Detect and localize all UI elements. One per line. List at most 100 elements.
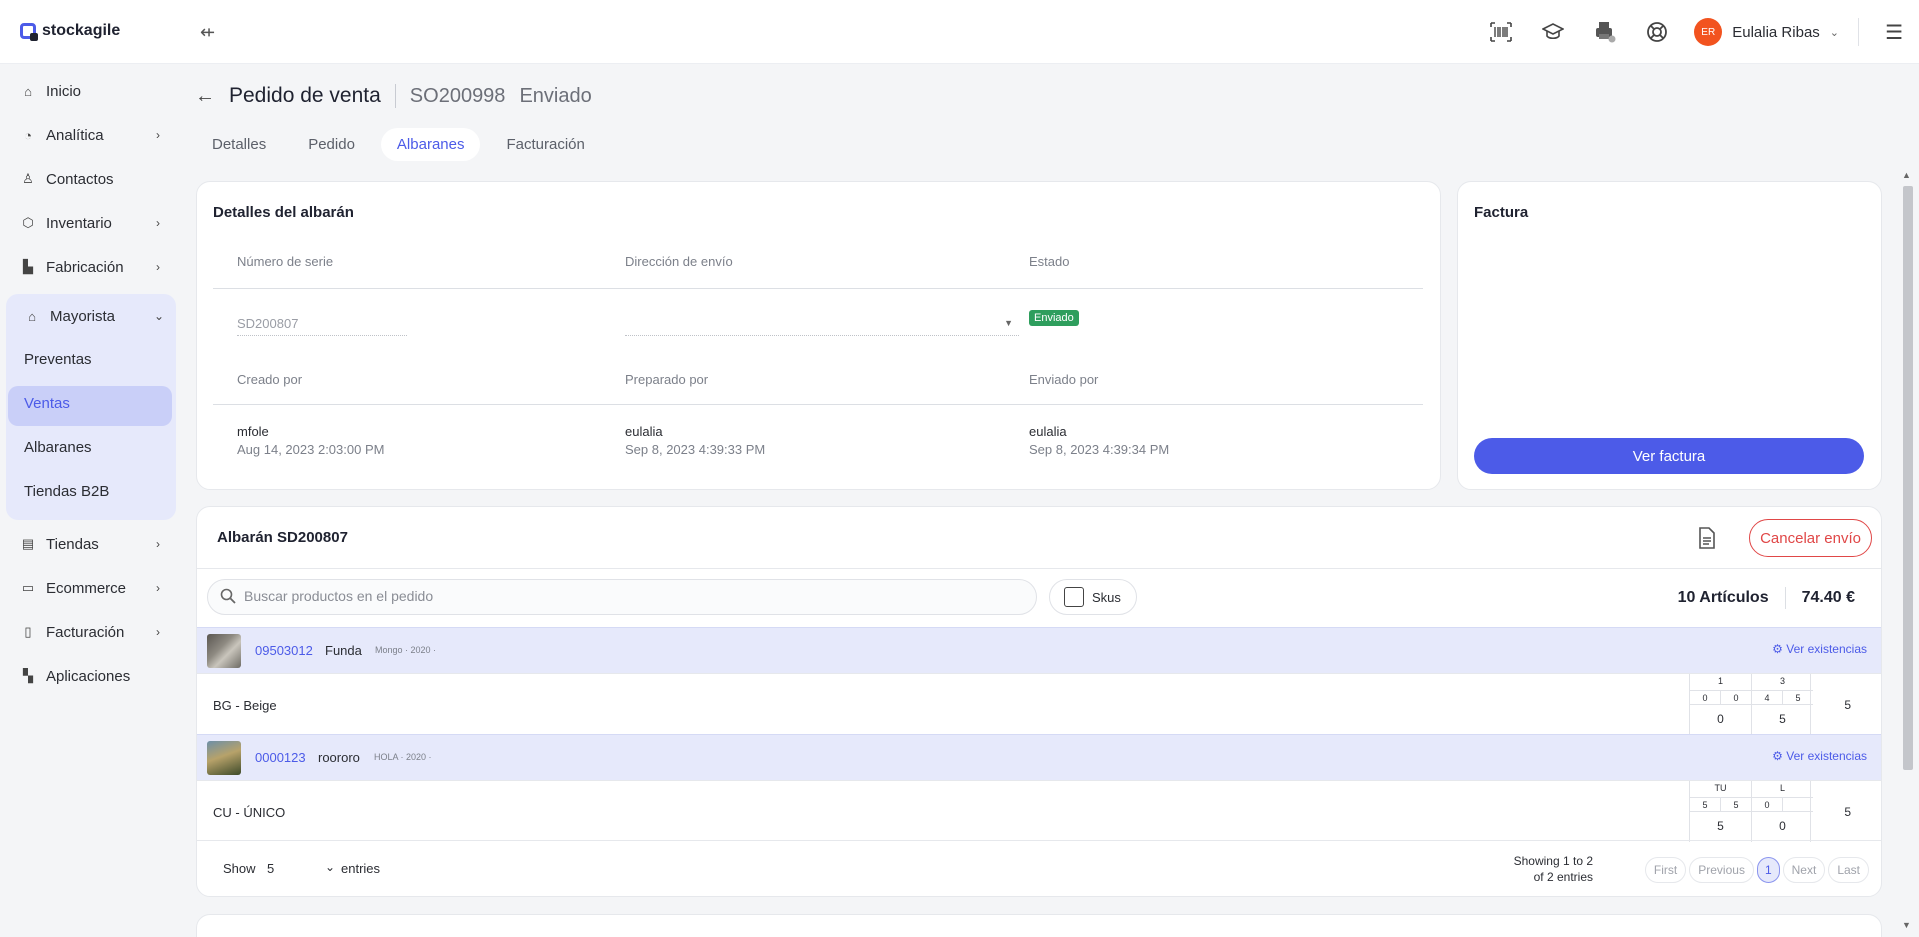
- home-icon: ⌂: [24, 83, 32, 99]
- sidebar-item-inventario[interactable]: ⬡ Inventario ›: [20, 208, 160, 238]
- state-label: Estado: [1029, 254, 1070, 269]
- next-card: [196, 914, 1882, 937]
- size-column: 3 4 5 5: [1751, 674, 1813, 735]
- serial-field[interactable]: SD200807: [237, 310, 407, 336]
- sidebar-item-label: Mayorista: [50, 307, 116, 325]
- sidebar-item-inicio[interactable]: ⌂ Inicio: [20, 76, 160, 106]
- search-input[interactable]: [244, 588, 1004, 604]
- pager-first[interactable]: First: [1644, 857, 1687, 883]
- lifebuoy-icon[interactable]: [1645, 20, 1669, 44]
- skus-checkbox[interactable]: Skus: [1049, 579, 1137, 615]
- store-icon: ▤: [21, 536, 35, 551]
- chevron-right-icon: ›: [156, 128, 160, 142]
- document-icon[interactable]: [1698, 527, 1716, 554]
- scrollbar[interactable]: ▲ ▼: [1901, 170, 1915, 930]
- variant-row: CU - ÚNICO TU 5 5 5 L 0 0 5: [197, 780, 1881, 842]
- pager-next[interactable]: Next: [1782, 857, 1826, 883]
- sidebar-item-mayorista[interactable]: ⌂ Mayorista ⌄: [24, 301, 164, 331]
- tab-pedido[interactable]: Pedido: [292, 128, 371, 161]
- size-subcell: 0: [1720, 691, 1751, 704]
- pager-last[interactable]: Last: [1828, 857, 1869, 883]
- product-row: 0000123 roororo HOLA · 2020 · ⚙ Ver exis…: [197, 734, 1881, 780]
- size-subcell: 5: [1720, 798, 1751, 811]
- size-subcell: [1782, 798, 1813, 811]
- page-header: ← Pedido de venta SO200998 Enviado: [195, 84, 592, 108]
- details-title: Detalles del albarán: [213, 204, 354, 221]
- box-icon: ⬡: [22, 215, 34, 230]
- tab-detalles[interactable]: Detalles: [196, 128, 282, 161]
- sidebar-item-ecommerce[interactable]: ▭ Ecommerce ›: [20, 573, 160, 603]
- sidebar-item-label: Inventario: [46, 214, 112, 232]
- table-footer: Show 5 ⌄ entries Showing 1 to 2 of 2 ent…: [197, 840, 1881, 896]
- variant-total: 5: [1844, 698, 1851, 712]
- sidebar-item-fabricacion[interactable]: ▙ Fabricación ›: [20, 252, 160, 282]
- pager-previous[interactable]: Previous: [1689, 857, 1754, 883]
- size-subcell: 5: [1782, 691, 1813, 704]
- back-arrow-icon[interactable]: ←: [195, 85, 215, 108]
- size-column: 1 0 0 0: [1690, 674, 1751, 735]
- list-menu-icon[interactable]: ☰: [1885, 20, 1903, 45]
- scroll-up-icon[interactable]: ▲: [1902, 170, 1911, 180]
- divider: [394, 84, 396, 108]
- view-stock-link[interactable]: ⚙ Ver existencias: [1772, 749, 1867, 763]
- tab-albaranes[interactable]: Albaranes: [380, 128, 481, 161]
- product-thumbnail: [207, 634, 241, 668]
- albaran-title: Albarán SD200807: [217, 529, 348, 546]
- stock-icon: ⚙: [1772, 642, 1783, 656]
- view-invoice-button[interactable]: Ver factura: [1474, 438, 1864, 474]
- sidebar-item-aplicaciones[interactable]: ▚ Aplicaciones: [20, 661, 160, 691]
- scroll-down-icon[interactable]: ▼: [1902, 920, 1911, 930]
- order-code: SO200998: [409, 84, 506, 107]
- sent-by: eulalia: [1029, 424, 1067, 439]
- size-quantity: 0: [1717, 712, 1724, 726]
- variant-row: BG - Beige 1 0 0 0 3 4 5 5 5: [197, 673, 1881, 735]
- logo-icon: [20, 23, 38, 41]
- app-logo[interactable]: stockagile: [20, 22, 121, 41]
- variant-name: CU - ÚNICO: [213, 805, 286, 820]
- cancel-shipment-button[interactable]: Cancelar envío: [1749, 519, 1872, 557]
- sidebar-sub-albaranes[interactable]: Albaranes: [24, 439, 92, 456]
- sidebar-sub-ventas[interactable]: Ventas: [24, 395, 70, 412]
- sent-at: Sep 8, 2023 4:39:34 PM: [1029, 442, 1170, 457]
- checkbox-icon: [1064, 587, 1084, 607]
- variant-name: BG - Beige: [213, 698, 277, 713]
- divider: [1858, 18, 1859, 46]
- pager-page-1[interactable]: 1: [1756, 857, 1780, 883]
- sidebar-item-facturacion[interactable]: ▯ Facturación ›: [20, 617, 160, 647]
- barcode-icon[interactable]: [1489, 20, 1513, 44]
- page-size-value: 5: [267, 861, 275, 876]
- pagination: First Previous 1 Next Last: [1644, 857, 1869, 883]
- app-name: stockagile: [42, 22, 121, 39]
- sidebar-sub-preventas[interactable]: Preventas: [24, 351, 92, 368]
- sidebar-item-contactos[interactable]: ♙ Contactos: [20, 164, 160, 194]
- divider: [213, 404, 1423, 405]
- view-stock-link[interactable]: ⚙ Ver existencias: [1772, 642, 1867, 656]
- user-icon: ♙: [22, 171, 34, 186]
- showing-line-1: Showing 1 to 2: [1513, 854, 1593, 868]
- sidebar-item-analitica[interactable]: ◔ Analítica ›: [20, 120, 160, 150]
- size-subcell: 5: [1702, 800, 1708, 810]
- albaran-card: Albarán SD200807 Cancelar envío Skus 10 …: [196, 506, 1882, 897]
- size-label: 1: [1717, 676, 1723, 686]
- created-label: Creado por: [237, 372, 303, 387]
- size-subcells: 5 5: [1690, 797, 1751, 812]
- tab-facturacion[interactable]: Facturación: [490, 128, 600, 161]
- printer-icon[interactable]: [1593, 20, 1617, 44]
- view-stock-label: Ver existencias: [1786, 642, 1867, 656]
- avatar: ER: [1694, 18, 1723, 46]
- page-size-select[interactable]: 5 ⌄: [265, 857, 337, 881]
- sidebar-sub-tiendas-b2b[interactable]: Tiendas B2B: [24, 483, 109, 500]
- product-row: 09503012 Funda Mongo · 2020 · ⚙ Ver exis…: [197, 627, 1881, 673]
- divider: [1784, 587, 1786, 609]
- sidebar-item-tiendas[interactable]: ▤ Tiendas ›: [20, 529, 160, 559]
- created-by: mfole: [237, 424, 269, 439]
- product-code[interactable]: 0000123: [255, 750, 306, 765]
- product-code[interactable]: 09503012: [255, 643, 313, 658]
- user-menu[interactable]: ER Eulalia Ribas ⌄: [1694, 18, 1839, 46]
- address-select[interactable]: ▼: [625, 310, 1019, 336]
- collapse-sidebar-icon[interactable]: ⇷: [200, 22, 215, 43]
- scroll-thumb[interactable]: [1903, 186, 1913, 770]
- product-thumbnail: [207, 741, 241, 775]
- graduation-cap-icon[interactable]: [1541, 20, 1565, 44]
- warehouse-icon: ⌂: [28, 308, 36, 324]
